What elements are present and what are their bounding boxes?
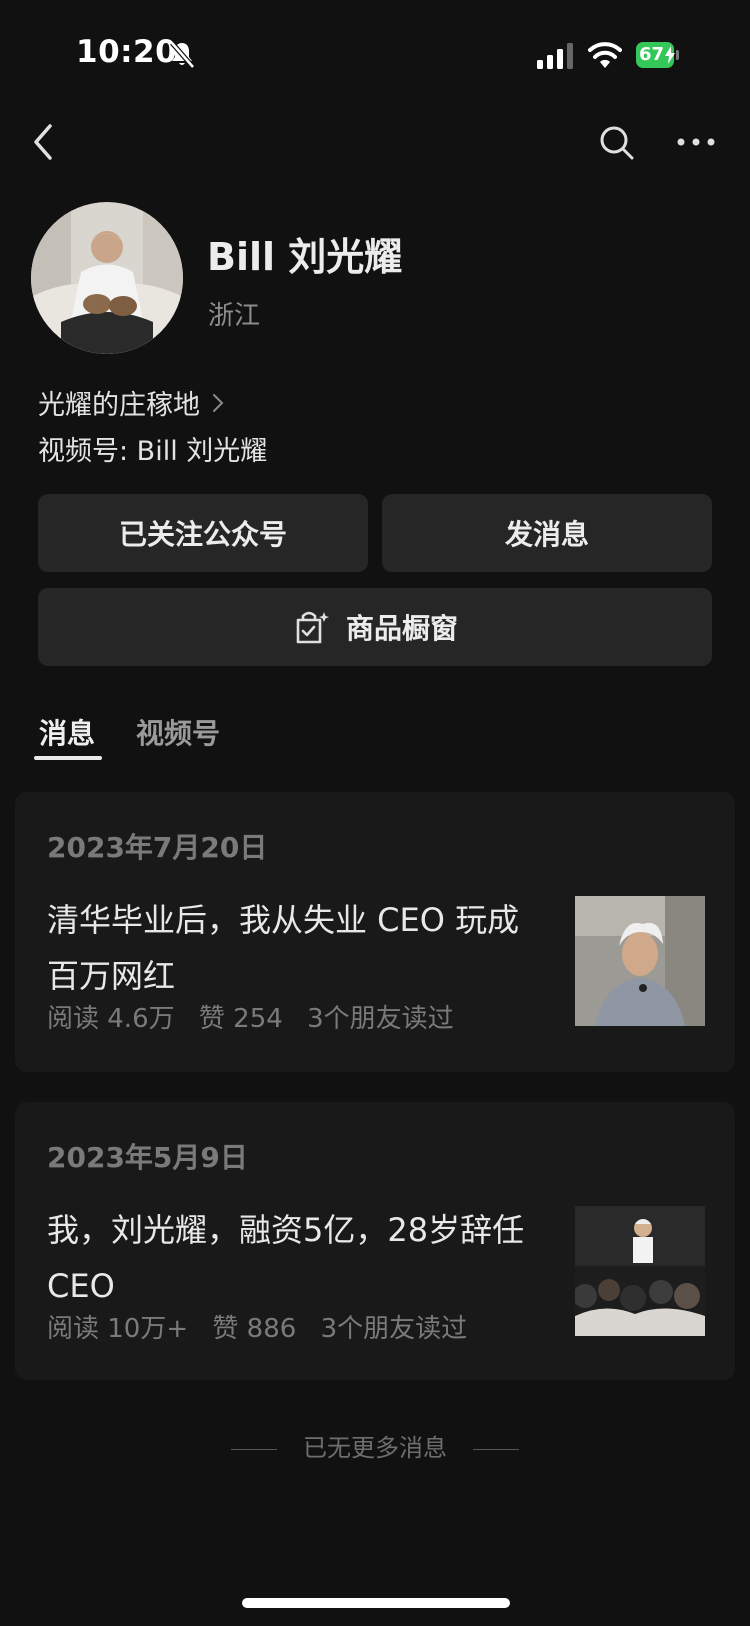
- follow-button-label: 已关注公众号: [118, 518, 287, 551]
- article-thumbnail: [575, 1206, 705, 1336]
- shop-window-button[interactable]: 商品橱窗: [38, 588, 712, 666]
- back-icon[interactable]: [28, 120, 58, 164]
- linked-account-label: 光耀的庄稼地: [38, 390, 200, 421]
- article-meta: 阅读 4.6万 赞 254 3个朋友读过: [47, 998, 470, 1035]
- channel-link[interactable]: 视频号: Bill 刘光耀: [38, 429, 267, 468]
- message-button[interactable]: 发消息: [382, 494, 712, 572]
- tab-channels[interactable]: 视频号: [136, 712, 220, 752]
- linked-account-link[interactable]: 光耀的庄稼地: [38, 383, 224, 422]
- active-tab-indicator: [34, 756, 102, 760]
- end-of-list-note: 已无更多消息: [0, 1428, 750, 1463]
- article-likes: 赞 886: [212, 1314, 297, 1344]
- bell-slash-icon: [170, 41, 195, 69]
- battery-icon: 67: [636, 42, 680, 68]
- status-bar: 10:20 67: [0, 0, 750, 110]
- message-button-label: 发消息: [504, 518, 589, 551]
- avatar-photo: [31, 202, 183, 354]
- article-date: 2023年7月20日: [47, 831, 268, 864]
- article-friends-read: 3个朋友读过: [307, 1004, 454, 1034]
- end-of-list-text: 已无更多消息: [303, 1434, 447, 1462]
- search-icon[interactable]: [598, 124, 636, 162]
- home-indicator[interactable]: [242, 1598, 510, 1608]
- wifi-icon: [588, 42, 622, 68]
- profile-location: 浙江: [208, 301, 261, 331]
- shop-window-label: 商品橱窗: [345, 612, 458, 645]
- tab-messages[interactable]: 消息: [39, 712, 95, 752]
- article-likes: 赞 254: [198, 1004, 283, 1034]
- follow-button[interactable]: 已关注公众号: [38, 494, 368, 572]
- chevron-right-icon: [213, 393, 224, 412]
- article-card[interactable]: 2023年5月9日 我，刘光耀，融资5亿，28岁辞任 CEO 阅读 10万+ 赞…: [15, 1102, 735, 1380]
- status-time: 10:20: [76, 34, 178, 70]
- divider: [472, 1448, 519, 1450]
- profile-name: Bill 刘光耀: [207, 235, 403, 279]
- divider: [231, 1448, 278, 1450]
- article-thumbnail: [575, 896, 705, 1026]
- battery-cap: [676, 50, 679, 60]
- charging-bolt-icon: [665, 46, 675, 64]
- article-reads: 阅读 4.6万: [47, 1004, 175, 1034]
- article-card[interactable]: 2023年7月20日 清华毕业后，我从失业 CEO 玩成百万网红 阅读 4.6万…: [15, 792, 735, 1072]
- signal-icon: [537, 43, 573, 69]
- shopping-bag-icon: [296, 611, 329, 644]
- article-title: 我，刘光耀，融资5亿，28岁辞任 CEO: [47, 1211, 525, 1305]
- article-title: 清华毕业后，我从失业 CEO 玩成百万网红: [47, 901, 520, 995]
- article-reads: 阅读 10万+: [47, 1314, 189, 1344]
- article-friends-read: 3个朋友读过: [320, 1314, 468, 1344]
- article-date: 2023年5月9日: [47, 1141, 248, 1174]
- article-meta: 阅读 10万+ 赞 886 3个朋友读过: [47, 1308, 483, 1345]
- avatar[interactable]: [31, 202, 183, 354]
- more-icon[interactable]: [676, 130, 716, 154]
